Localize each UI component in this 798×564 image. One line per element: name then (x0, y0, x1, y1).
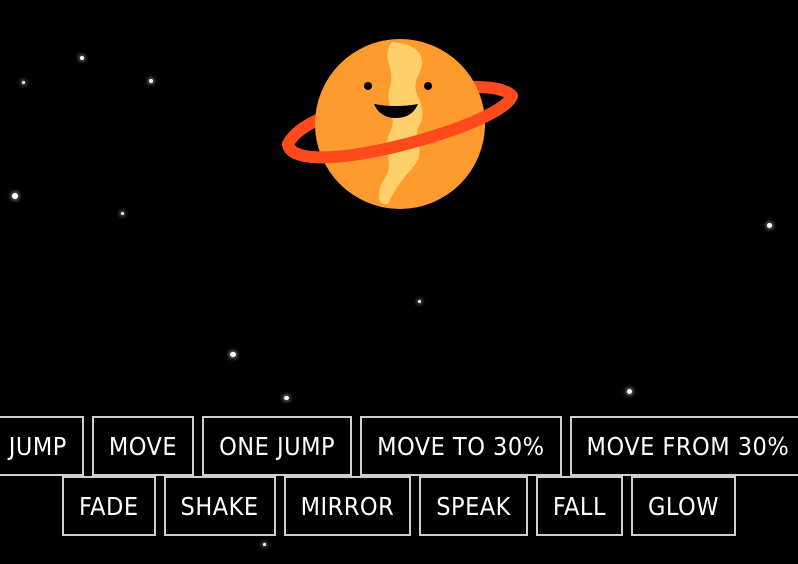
controls-row-1: JUMP MOVE ONE JUMP MOVE TO 30% MOVE FROM… (0, 416, 798, 476)
move-from-30-button[interactable]: MOVE FROM 30% (569, 416, 798, 476)
star (121, 212, 124, 215)
star (284, 396, 289, 400)
space-stage: JUMP MOVE ONE JUMP MOVE TO 30% MOVE FROM… (0, 0, 798, 564)
star (627, 389, 632, 394)
star (263, 543, 266, 546)
controls-row-2: FADE SHAKE MIRROR SPEAK FALL GLOW (0, 476, 798, 536)
star (149, 79, 153, 83)
speak-button[interactable]: SPEAK (419, 476, 528, 536)
star (230, 352, 236, 357)
move-to-30-button[interactable]: MOVE TO 30% (360, 416, 562, 476)
star (767, 223, 772, 228)
glow-button[interactable]: GLOW (630, 476, 736, 536)
mirror-button[interactable]: MIRROR (283, 476, 412, 536)
shake-button[interactable]: SHAKE (163, 476, 276, 536)
star (80, 56, 84, 60)
planet-character[interactable] (280, 36, 520, 216)
star (12, 193, 18, 199)
star (22, 81, 25, 84)
star (418, 300, 421, 303)
planet-right-eye (424, 82, 432, 90)
move-button[interactable]: MOVE (91, 416, 195, 476)
fall-button[interactable]: FALL (535, 476, 623, 536)
fade-button[interactable]: FADE (61, 476, 156, 536)
planet-left-eye (364, 82, 372, 90)
one-jump-button[interactable]: ONE JUMP (202, 416, 353, 476)
jump-button[interactable]: JUMP (0, 416, 84, 476)
